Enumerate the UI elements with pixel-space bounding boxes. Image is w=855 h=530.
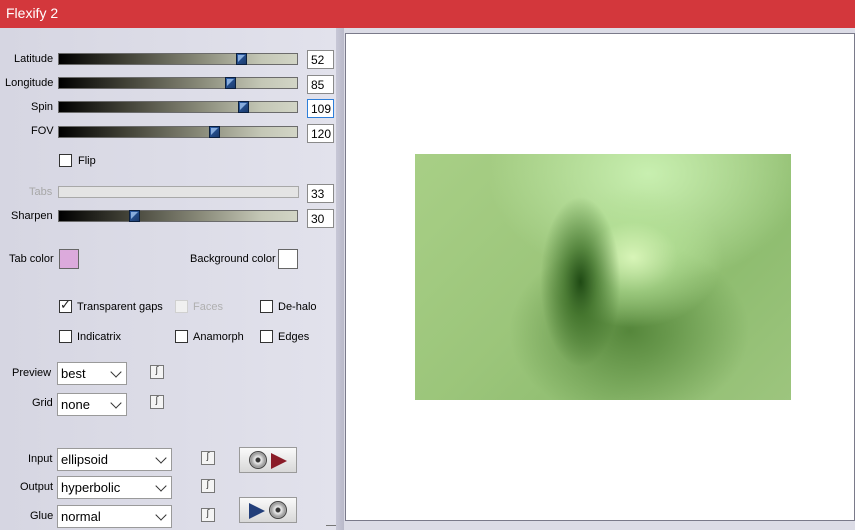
grid-select-value: none — [61, 397, 90, 412]
longitude-slider-thumb[interactable] — [225, 77, 236, 89]
transparent-gaps-label: Transparent gaps — [77, 301, 163, 313]
preview-canvas[interactable] — [345, 33, 855, 521]
edges-checkbox[interactable] — [260, 330, 273, 343]
latitude-label: Latitude — [14, 53, 54, 65]
chevron-down-icon — [155, 452, 167, 464]
sharpen-slider[interactable] — [58, 210, 298, 222]
tabs-slider — [58, 186, 299, 198]
anamorph-label: Anamorph — [193, 331, 244, 343]
glue-label: Glue — [30, 510, 54, 522]
anamorph-checkbox[interactable] — [175, 330, 188, 343]
output-link-icon[interactable]: ʃ — [201, 479, 215, 493]
background-color-swatch[interactable] — [278, 249, 298, 269]
glue-select-value: normal — [61, 509, 101, 524]
tabs-label: Tabs — [29, 186, 53, 198]
longitude-label: Longitude — [5, 77, 54, 89]
fov-value-field[interactable]: 120 — [307, 124, 334, 143]
sharpen-label: Sharpen — [11, 210, 53, 222]
latitude-value-field[interactable]: 52 — [307, 50, 334, 69]
latitude-slider[interactable] — [58, 53, 298, 65]
preview-label: Preview — [12, 367, 52, 379]
window-title: Flexify 2 — [0, 0, 855, 28]
de-halo-label: De-halo — [278, 301, 317, 313]
fov-slider-thumb[interactable] — [209, 126, 220, 138]
sharpen-slider-thumb[interactable] — [129, 210, 140, 222]
spin-slider[interactable] — [58, 101, 298, 113]
output-label: Output — [20, 481, 54, 493]
indicatrix-label: Indicatrix — [77, 331, 122, 343]
fov-label: FOV — [31, 125, 54, 137]
longitude-value-field[interactable]: 85 — [307, 75, 334, 94]
spin-label: Spin — [31, 101, 54, 113]
glue-link-icon[interactable]: ʃ — [201, 508, 215, 522]
output-play-button[interactable] — [239, 497, 297, 523]
chevron-down-icon — [155, 480, 167, 492]
output-select[interactable]: hyperbolic — [57, 476, 172, 499]
play-blue-icon — [249, 503, 265, 519]
glue-select[interactable]: normal — [57, 505, 172, 528]
preview-link-icon[interactable]: ʃ — [150, 365, 164, 379]
faces-label: Faces — [193, 301, 223, 313]
longitude-slider[interactable] — [58, 77, 298, 89]
transparent-gaps-checkbox[interactable] — [59, 298, 72, 313]
tab-color-swatch[interactable] — [59, 249, 79, 269]
flip-label: Flip — [78, 155, 96, 167]
preview-image — [415, 154, 791, 400]
grid-link-icon[interactable]: ʃ — [150, 395, 164, 409]
spin-slider-thumb[interactable] — [238, 101, 249, 113]
disc-icon — [249, 451, 267, 469]
fov-slider[interactable] — [58, 126, 298, 138]
input-link-icon[interactable]: ʃ — [201, 451, 215, 465]
flip-checkbox[interactable] — [59, 154, 72, 167]
play-red-icon — [271, 453, 287, 469]
de-halo-checkbox[interactable] — [260, 300, 273, 313]
indicatrix-checkbox[interactable] — [59, 330, 72, 343]
resize-grip[interactable] — [326, 525, 336, 530]
edges-label: Edges — [278, 331, 310, 343]
input-select-value: ellipsoid — [61, 452, 108, 467]
latitude-slider-thumb[interactable] — [236, 53, 247, 65]
chevron-down-icon — [110, 366, 122, 378]
chevron-down-icon — [155, 509, 167, 521]
background-color-label: Background color — [190, 253, 276, 265]
preview-select-value: best — [61, 366, 86, 381]
sharpen-value-field[interactable]: 30 — [307, 209, 334, 228]
input-label: Input — [28, 453, 53, 465]
disc-icon — [269, 501, 287, 519]
preview-select[interactable]: best — [57, 362, 127, 385]
spin-value-field[interactable]: 109 — [307, 99, 334, 118]
output-select-value: hyperbolic — [61, 480, 121, 495]
grid-label: Grid — [32, 397, 53, 409]
input-play-button[interactable] — [239, 447, 297, 473]
input-select[interactable]: ellipsoid — [57, 448, 172, 471]
tabs-value-field[interactable]: 33 — [307, 184, 334, 203]
faces-checkbox — [175, 300, 188, 313]
tab-color-label: Tab color — [9, 253, 54, 265]
chevron-down-icon — [110, 397, 122, 409]
panel-divider — [336, 28, 344, 530]
grid-select[interactable]: none — [57, 393, 127, 416]
